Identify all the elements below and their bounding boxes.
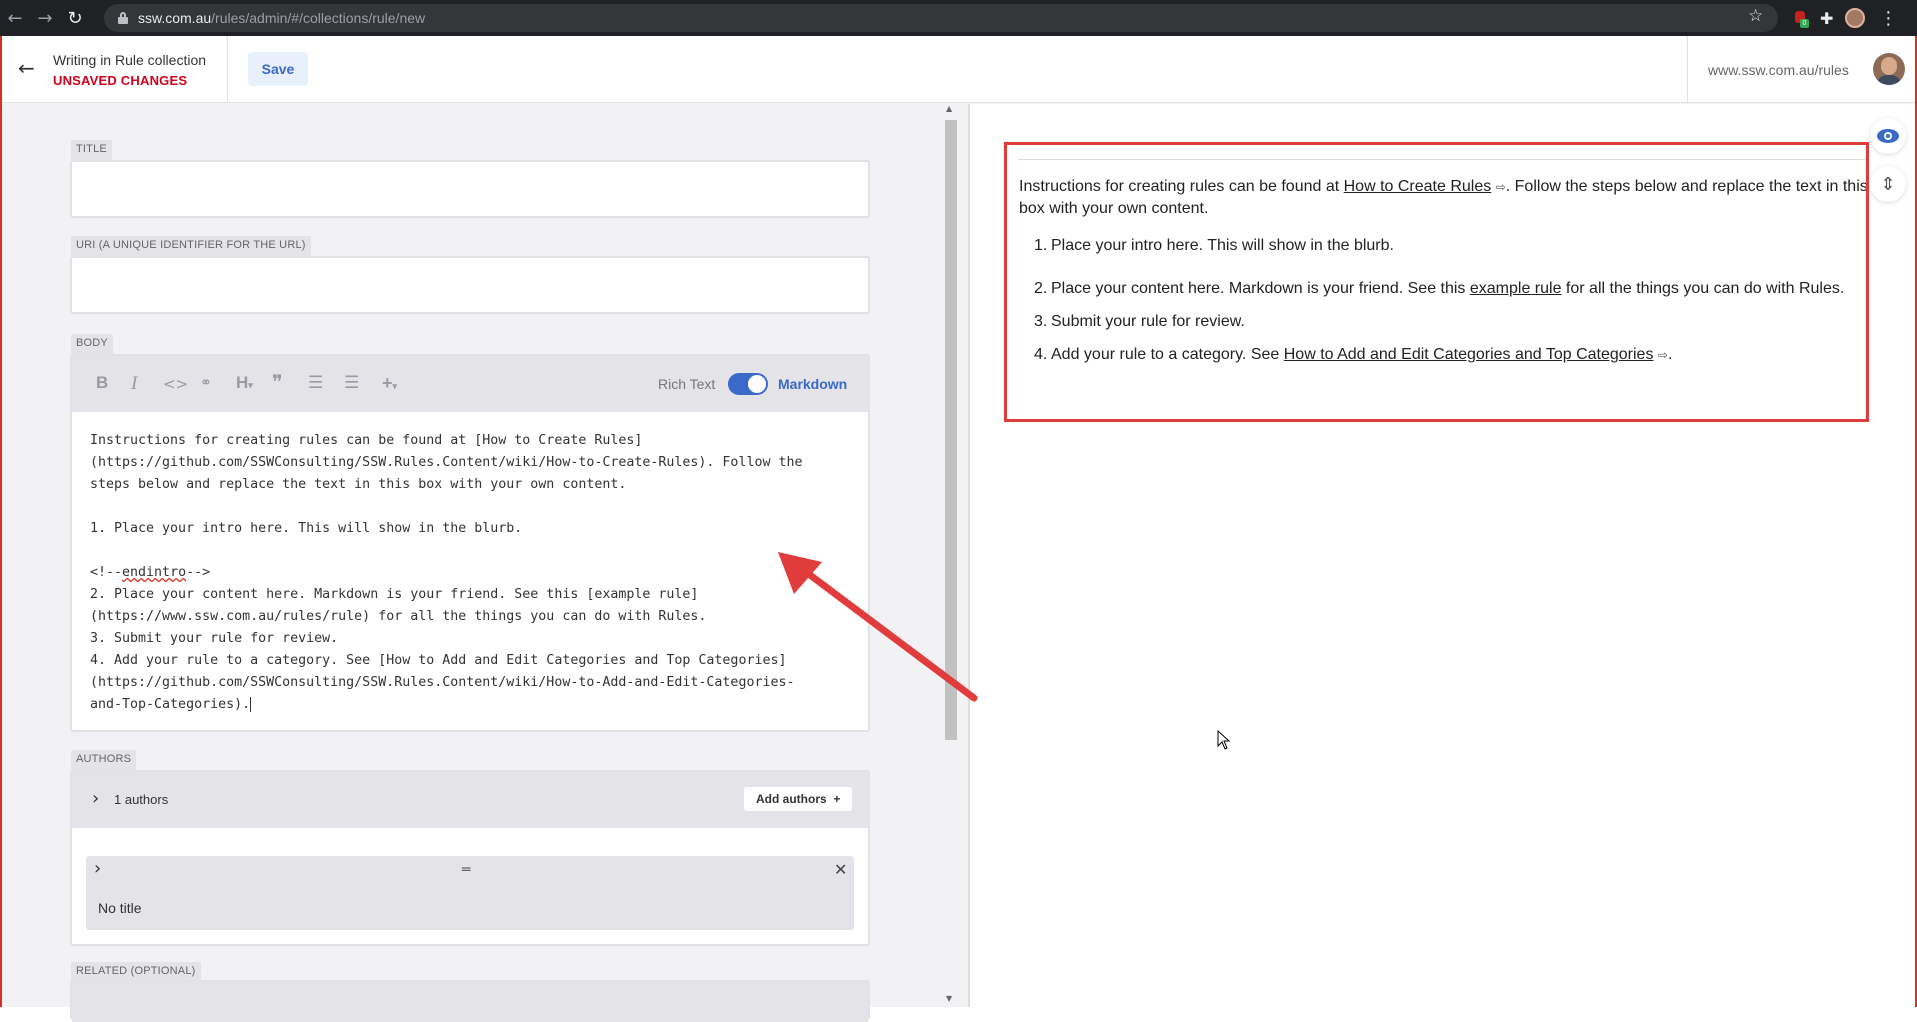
extensions-area: 0 ✚ ⋮ (1794, 4, 1897, 32)
address-bar[interactable]: ssw.com.au/rules/admin/#/collections/rul… (104, 4, 1778, 32)
extensions-puzzle-icon[interactable]: ✚ (1820, 9, 1833, 28)
add-authors-button[interactable]: Add authors + (744, 787, 853, 811)
heading-icon[interactable]: H▾ (236, 373, 253, 393)
browser-toolbar: ← → ↻ ssw.com.au/rules/admin/#/collectio… (0, 0, 1917, 36)
markdown-mode-label[interactable]: Markdown (778, 376, 847, 392)
annotation-highlight-box (1004, 142, 1869, 422)
browser-back-icon[interactable]: ← (0, 0, 30, 36)
md-line: 4. Add your rule to a category. See [How… (90, 653, 787, 668)
authors-group: › 1 authors Add authors + › ═ ✕ No title (70, 770, 870, 946)
related-label: RELATED (OPTIONAL) (71, 962, 201, 982)
md-line: 1. Place your intro here. This will show… (90, 521, 523, 536)
md-line: 2. Place your content here. Markdown is … (90, 587, 699, 602)
author-item-title: No title (98, 900, 142, 916)
cms-header: ← Writing in Rule collection UNSAVED CHA… (2, 36, 1915, 103)
unsaved-status: UNSAVED CHANGES (53, 73, 188, 88)
md-line: (https://github.com/SSWConsulting/SSW.Ru… (90, 675, 795, 690)
text-caret (250, 696, 252, 712)
italic-icon[interactable]: I (131, 373, 137, 395)
browser-forward-icon[interactable]: → (30, 0, 60, 36)
md-line: Instructions for creating rules can be f… (90, 433, 643, 448)
scroll-down-arrow-icon[interactable]: ▼ (946, 994, 952, 1003)
md-line: steps below and replace the text in this… (90, 477, 627, 492)
bold-icon[interactable]: B (96, 373, 108, 393)
markdown-textarea[interactable]: Instructions for creating rules can be f… (90, 430, 860, 716)
authors-label: AUTHORS (71, 750, 137, 770)
drag-handle-icon[interactable]: ═ (462, 862, 470, 878)
body-editor[interactable]: B I <> ⚭ H▾ ❞ ☰ ☰ +▾ Rich Text Markdown … (70, 354, 870, 732)
related-group (70, 980, 870, 1022)
md-line: (https://github.com/SSWConsulting/SSW.Ru… (90, 455, 803, 470)
rich-text-mode-label[interactable]: Rich Text (658, 376, 715, 392)
preview-eye-icon[interactable] (1870, 118, 1906, 154)
header-divider (227, 36, 228, 103)
bullet-list-icon[interactable]: ☰ (308, 373, 323, 393)
link-icon[interactable]: ⚭ (200, 375, 212, 391)
chevron-right-icon[interactable]: › (92, 788, 99, 809)
browser-profile-avatar[interactable] (1845, 8, 1866, 28)
header-divider (1687, 36, 1688, 103)
code-icon[interactable]: <> (163, 375, 188, 393)
body-label: BODY (71, 334, 113, 354)
md-line: 3. Submit your rule for review. (90, 631, 339, 646)
site-link[interactable]: www.ssw.com.au/rules (1708, 62, 1849, 78)
quote-icon[interactable]: ❞ (272, 370, 283, 394)
sync-scroll-icon[interactable]: ⇕ (1870, 166, 1906, 202)
url-host: ssw.com.au (138, 10, 212, 26)
numbered-list-icon[interactable]: ☰ (344, 373, 359, 393)
annotation-arrow-icon (778, 552, 978, 702)
add-component-icon[interactable]: +▾ (382, 373, 397, 394)
markdown-toolbar: B I <> ⚭ H▾ ❞ ☰ ☰ +▾ Rich Text Markdown (72, 356, 868, 412)
user-avatar[interactable] (1873, 53, 1905, 85)
chevron-right-icon[interactable]: › (94, 858, 101, 879)
authors-header[interactable]: › 1 authors Add authors + (72, 772, 868, 828)
plus-icon: + (833, 792, 841, 806)
scroll-up-arrow-icon[interactable]: ▲ (946, 104, 952, 113)
back-arrow-icon[interactable]: ← (18, 56, 35, 80)
authors-count: 1 authors (114, 792, 169, 807)
mouse-cursor-icon (1217, 730, 1231, 750)
bookmark-star-icon[interactable]: ☆ (1748, 6, 1763, 26)
lock-icon (118, 12, 128, 24)
save-button[interactable]: Save (248, 52, 308, 86)
browser-reload-icon[interactable]: ↻ (60, 0, 90, 36)
title-label: TITLE (71, 140, 112, 160)
url-path: /rules/admin/#/collections/rule/new (211, 10, 426, 26)
editor-mode-toggle[interactable] (728, 373, 768, 395)
uri-input[interactable] (70, 256, 870, 314)
close-icon[interactable]: ✕ (834, 860, 847, 879)
related-header[interactable] (72, 982, 868, 1022)
browser-menu-icon[interactable]: ⋮ (1879, 8, 1897, 29)
md-line: <!--endintro--> (90, 565, 211, 580)
uri-label: URI (A UNIQUE IDENTIFIER FOR THE URL) (71, 236, 311, 256)
title-input[interactable] (70, 160, 870, 218)
md-line: and-Top-Categories). (90, 696, 252, 712)
collection-title: Writing in Rule collection (53, 52, 207, 68)
author-item[interactable]: › ═ ✕ No title (86, 856, 854, 930)
extension-badge-icon[interactable]: 0 (1794, 10, 1809, 28)
md-line: (https://www.ssw.com.au/rules/rule) for … (90, 609, 707, 624)
